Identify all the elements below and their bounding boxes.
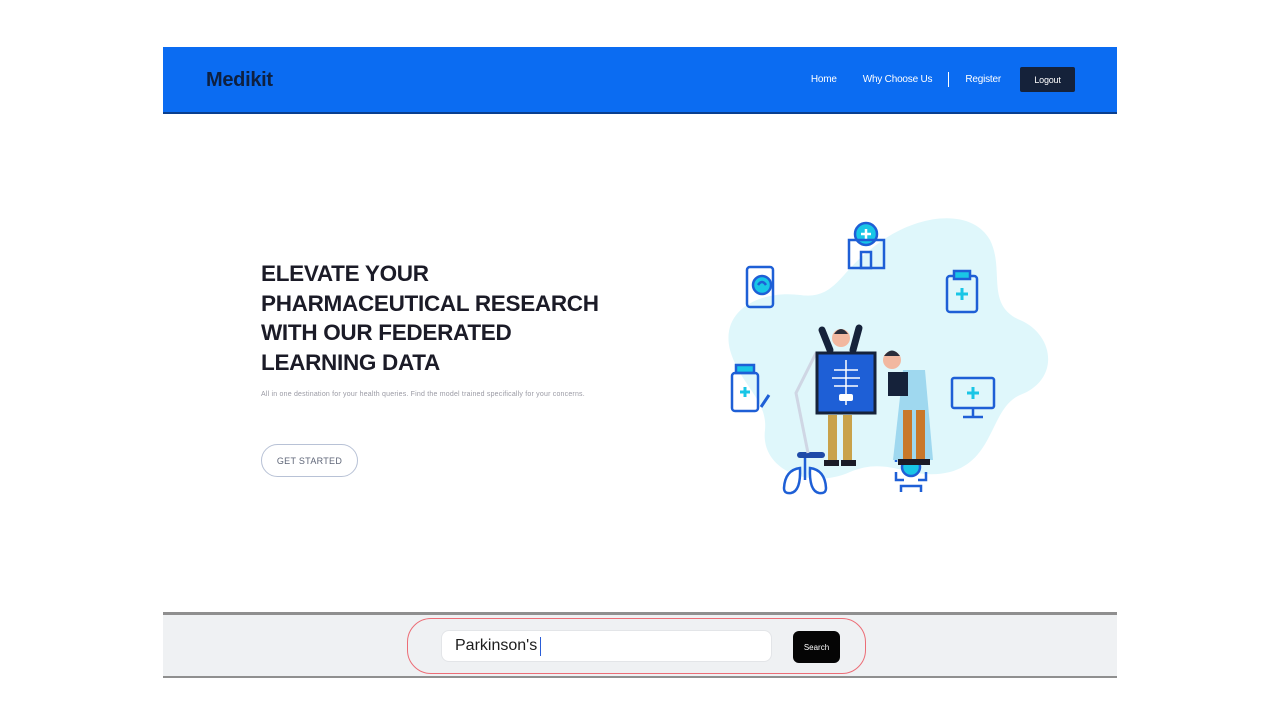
medical-illustration bbox=[728, 218, 1049, 495]
search-strip: Parkinson's Search bbox=[163, 612, 1117, 678]
nav-menu: Home Why Choose Us Register Logout bbox=[785, 67, 1075, 92]
hero-subtitle: All in one destination for your health q… bbox=[261, 391, 585, 398]
search-button[interactable]: Search bbox=[793, 631, 840, 663]
background-blob bbox=[728, 218, 1049, 479]
search-input-value: Parkinson's bbox=[455, 637, 538, 654]
nav-link-why-choose-us[interactable]: Why Choose Us bbox=[863, 74, 933, 85]
navbar: Medikit Home Why Choose Us Register Logo… bbox=[163, 47, 1117, 114]
nav-link-register[interactable]: Register bbox=[965, 74, 1001, 85]
hero-title-line: WITH OUR FEDERATED bbox=[261, 320, 512, 345]
nav-divider bbox=[948, 72, 950, 87]
get-started-button[interactable]: GET STARTED bbox=[261, 444, 358, 477]
page-frame: Medikit Home Why Choose Us Register Logo… bbox=[163, 47, 1117, 679]
text-caret bbox=[540, 636, 542, 656]
hero-title-line: ELEVATE YOUR bbox=[261, 261, 429, 286]
logout-button[interactable]: Logout bbox=[1020, 67, 1075, 92]
nav-link-home[interactable]: Home bbox=[811, 74, 837, 85]
hero-title-line: PHARMACEUTICAL RESEARCH bbox=[261, 290, 599, 316]
search-input[interactable]: Parkinson's bbox=[441, 630, 772, 662]
hero-title-line: LEARNING DATA bbox=[261, 349, 441, 375]
brand-logo[interactable]: Medikit bbox=[206, 69, 273, 92]
hero-title: ELEVATE YOUR PHARMACEUTICAL RESEARCH WIT… bbox=[261, 259, 641, 377]
